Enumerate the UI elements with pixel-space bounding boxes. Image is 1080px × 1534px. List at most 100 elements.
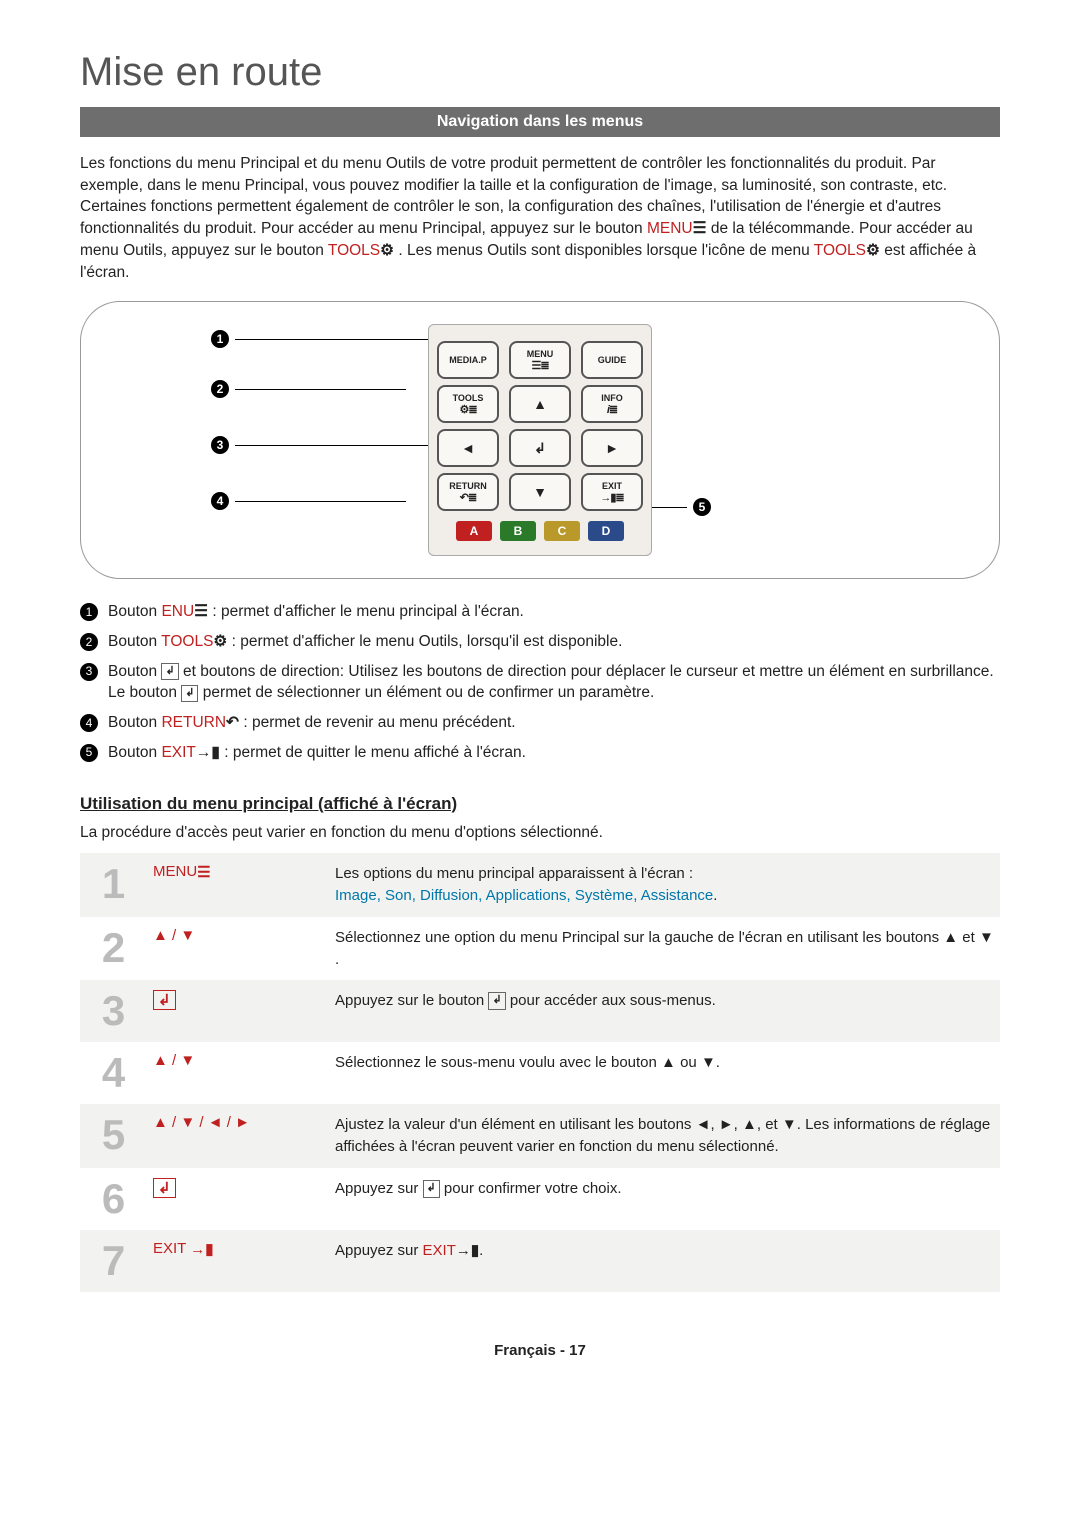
menu-icon: ☰ bbox=[194, 601, 208, 623]
step-action: ▲ / ▼ / ◄ / ► bbox=[147, 1104, 329, 1168]
return-icon: ↶ bbox=[226, 712, 239, 734]
step-number: 5 bbox=[80, 1104, 147, 1168]
step-number: 2 bbox=[80, 917, 147, 981]
step-action: ▲ / ▼ bbox=[147, 917, 329, 981]
callout-num-3: 3 bbox=[211, 436, 229, 454]
tools-button: TOOLS⚙≣ bbox=[437, 385, 499, 423]
legend-num: 3 bbox=[80, 663, 98, 681]
left-arrow-icon: ◄ bbox=[461, 441, 475, 455]
legend-prefix: Bouton bbox=[108, 744, 161, 761]
legend-red-label: RETURN bbox=[161, 714, 226, 731]
legend-prefix: Bouton bbox=[108, 603, 161, 620]
page-title: Mise en route bbox=[80, 50, 1000, 95]
callout-4: 4 bbox=[211, 492, 406, 510]
step-row-4: 4 ▲ / ▼ Sélectionnez le sous-menu voulu … bbox=[80, 1042, 1000, 1104]
tools-icon: ⚙ bbox=[866, 240, 880, 262]
intro-tools-label-1: TOOLS bbox=[328, 242, 380, 259]
b-button: B bbox=[500, 521, 536, 541]
step-number: 1 bbox=[80, 853, 147, 917]
down-arrow-icon: ▼ bbox=[533, 485, 547, 499]
step-action: MENU☰ bbox=[147, 853, 329, 917]
info-button: INFOi≣ bbox=[581, 385, 643, 423]
step-desc: Appuyez sur EXIT→▮. bbox=[329, 1230, 1000, 1292]
step-number: 7 bbox=[80, 1230, 147, 1292]
enter-icon: ↲ bbox=[181, 685, 198, 702]
intro-tools-label-2: TOOLS bbox=[814, 242, 866, 259]
up-arrow-icon: ▲ bbox=[533, 397, 547, 411]
mediap-button: MEDIA.P bbox=[437, 341, 499, 379]
legend-text: : permet d'afficher le menu principal à … bbox=[208, 603, 524, 620]
step-number: 3 bbox=[80, 980, 147, 1042]
exit-button: EXIT→▮≣ bbox=[581, 473, 643, 511]
step-desc: Appuyez sur ↲ pour confirmer votre choix… bbox=[329, 1168, 1000, 1230]
return-button: RETURN↶≣ bbox=[437, 473, 499, 511]
guide-button: GUIDE bbox=[581, 341, 643, 379]
steps-table: 1 MENU☰ Les options du menu principal ap… bbox=[80, 853, 1000, 1292]
exit-icon: →▮ bbox=[456, 1240, 479, 1262]
legend-red-label: EXIT bbox=[161, 744, 195, 761]
step-row-6: 6 ↲ Appuyez sur ↲ pour confirmer votre c… bbox=[80, 1168, 1000, 1230]
step-action: EXIT →▮ bbox=[147, 1230, 329, 1292]
legend-num: 5 bbox=[80, 744, 98, 762]
enter-icon: ↲ bbox=[153, 1178, 176, 1198]
legend-prefix: Bouton bbox=[108, 714, 161, 731]
step-desc: Sélectionnez le sous-menu voulu avec le … bbox=[329, 1042, 1000, 1104]
callout-2: 2 bbox=[211, 380, 406, 398]
legend-text: : permet d'afficher le menu Outils, lors… bbox=[227, 633, 622, 650]
callout-num-2: 2 bbox=[211, 380, 229, 398]
legend-item-2: 2 Bouton TOOLS⚙ : permet d'afficher le m… bbox=[80, 631, 1000, 653]
legend-text: : permet de quitter le menu affiché à l'… bbox=[220, 744, 526, 761]
legend-num: 2 bbox=[80, 633, 98, 651]
intro-menu-label: MENU bbox=[647, 220, 693, 237]
legend-list: 1 Bouton ENU☰ : permet d'afficher le men… bbox=[80, 601, 1000, 763]
down-arrow-button: ▼ bbox=[509, 473, 571, 511]
c-button: C bbox=[544, 521, 580, 541]
step-row-1: 1 MENU☰ Les options du menu principal ap… bbox=[80, 853, 1000, 917]
tools-icon: ⚙ bbox=[380, 240, 394, 262]
step-row-3: 3 ↲ Appuyez sur le bouton ↲ pour accéder… bbox=[80, 980, 1000, 1042]
d-button: D bbox=[588, 521, 624, 541]
step-number: 6 bbox=[80, 1168, 147, 1230]
callout-1: 1 bbox=[211, 330, 441, 348]
step-desc: Les options du menu principal apparaisse… bbox=[329, 853, 1000, 917]
section-header: Navigation dans les menus bbox=[80, 107, 1000, 137]
step-action: ▲ / ▼ bbox=[147, 1042, 329, 1104]
legend-item-5: 5 Bouton EXIT→▮ : permet de quitter le m… bbox=[80, 742, 1000, 764]
menu-button: MENU☰≣ bbox=[509, 341, 571, 379]
step-desc: Appuyez sur le bouton ↲ pour accéder aux… bbox=[329, 980, 1000, 1042]
callout-num-4: 4 bbox=[211, 492, 229, 510]
a-button: A bbox=[456, 521, 492, 541]
exit-icon: →▮ bbox=[196, 742, 220, 764]
legend-num: 4 bbox=[80, 714, 98, 732]
step-action: ↲ bbox=[147, 980, 329, 1042]
legend-num: 1 bbox=[80, 603, 98, 621]
step-row-7: 7 EXIT →▮ Appuyez sur EXIT→▮. bbox=[80, 1230, 1000, 1292]
step-row-2: 2 ▲ / ▼ Sélectionnez une option du menu … bbox=[80, 917, 1000, 981]
up-arrow-button: ▲ bbox=[509, 385, 571, 423]
legend-red-label: ENU bbox=[161, 603, 194, 620]
callout-num-5: 5 bbox=[693, 498, 711, 516]
step-action: ↲ bbox=[147, 1168, 329, 1230]
left-arrow-button: ◄ bbox=[437, 429, 499, 467]
legend-prefix: Bouton bbox=[108, 633, 161, 650]
remote-diagram: 1 2 3 4 5 MEDIA.P MENU☰≣ GUIDE TOOLS⚙≣ ▲… bbox=[80, 301, 1000, 579]
page-footer: Français - 17 bbox=[80, 1342, 1000, 1359]
step-desc: Ajustez la valeur d'un élément en utilis… bbox=[329, 1104, 1000, 1168]
enter-icon: ↲ bbox=[161, 663, 178, 680]
enter-icon: ↲ bbox=[423, 1180, 440, 1198]
right-arrow-button: ► bbox=[581, 429, 643, 467]
enter-icon: ↲ bbox=[534, 440, 546, 457]
subsection-title: Utilisation du menu principal (affiché à… bbox=[80, 794, 1000, 814]
intro-part3: . Les menus Outils sont disponibles lors… bbox=[398, 242, 813, 259]
enter-icon: ↲ bbox=[488, 992, 505, 1010]
intro-paragraph: Les fonctions du menu Principal et du me… bbox=[80, 153, 1000, 283]
legend-item-3: 3 Bouton ↲ et boutons de direction: Util… bbox=[80, 661, 1000, 704]
step-row-5: 5 ▲ / ▼ / ◄ / ► Ajustez la valeur d'un é… bbox=[80, 1104, 1000, 1168]
callout-3: 3 bbox=[211, 436, 441, 454]
legend-prefix: Bouton bbox=[108, 663, 161, 680]
remote-graphic: MEDIA.P MENU☰≣ GUIDE TOOLS⚙≣ ▲ INFOi≣ ◄ … bbox=[428, 324, 652, 556]
legend-item-1: 1 Bouton ENU☰ : permet d'afficher le men… bbox=[80, 601, 1000, 623]
menu-icon: ☰ bbox=[693, 218, 707, 240]
legend-item-4: 4 Bouton RETURN↶ : permet de revenir au … bbox=[80, 712, 1000, 734]
step-desc: Sélectionnez une option du menu Principa… bbox=[329, 917, 1000, 981]
